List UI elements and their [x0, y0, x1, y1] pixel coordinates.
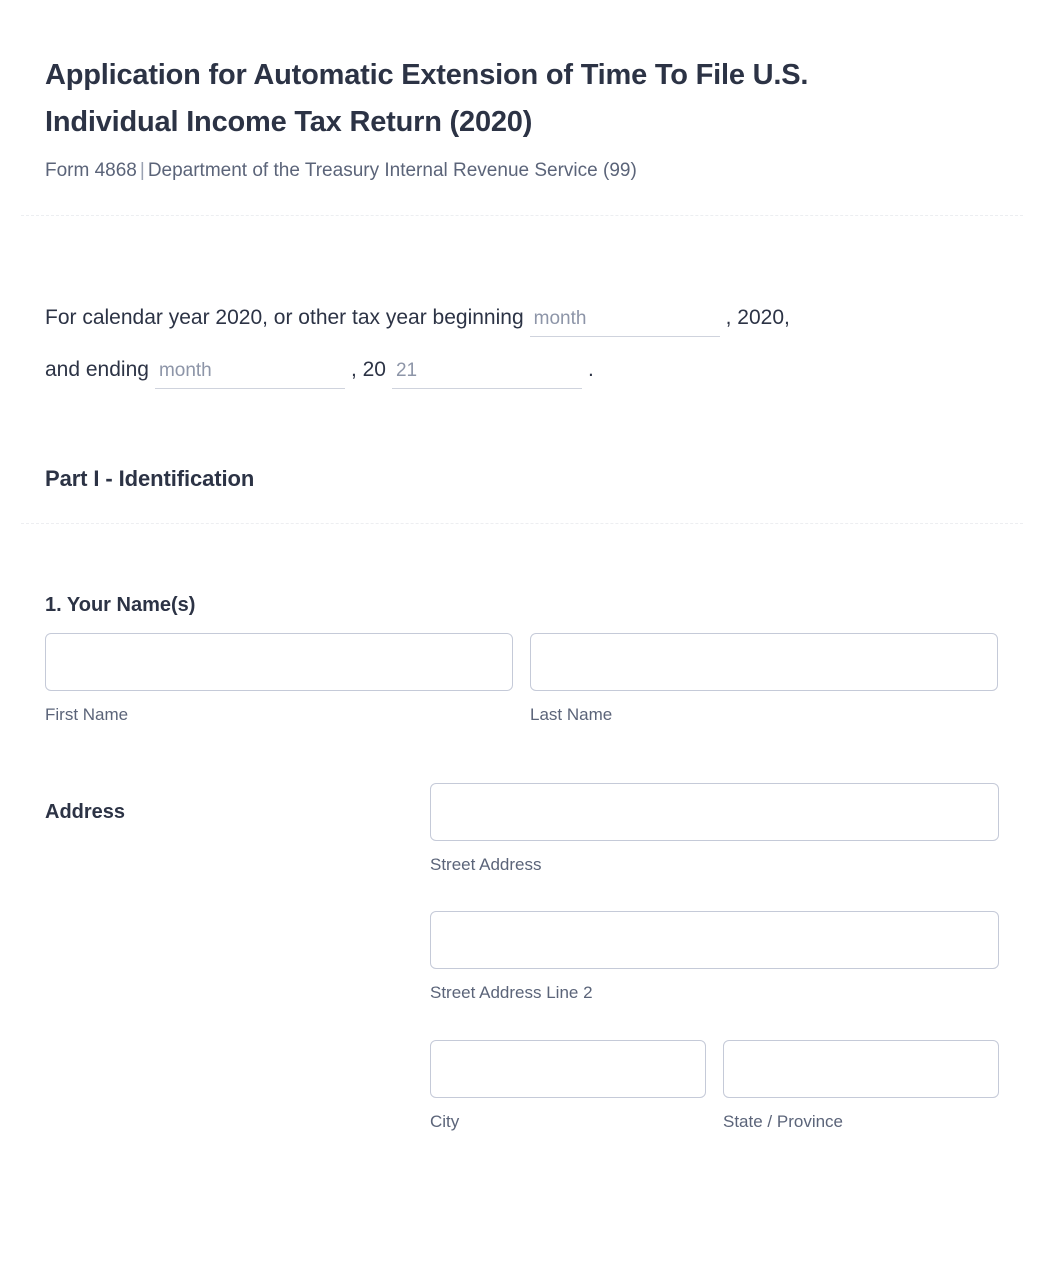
first-name-input[interactable]	[45, 632, 513, 691]
address-field-label: Address	[45, 801, 126, 824]
tax-year-section: For calendar year 2020, or other tax yea…	[0, 216, 1044, 396]
part1-section: Part I - Identification	[0, 396, 1044, 492]
agency-name: Department of the Treasury Internal Reve…	[147, 159, 637, 181]
street-address-2-group: Street Address Line 2	[430, 911, 999, 1003]
part1-heading: Part I - Identification	[45, 465, 255, 491]
tax-year-line1-suffix: , 2020,	[725, 305, 790, 329]
tax-year-line2-mid: , 20	[350, 357, 386, 381]
state-group: State / Province	[723, 1039, 999, 1132]
begin-month-input[interactable]	[529, 306, 720, 337]
street-address-input[interactable]	[430, 783, 999, 842]
first-name-sublabel: First Name	[45, 704, 129, 724]
street-address-2-input[interactable]	[430, 911, 999, 970]
form-subtitle: Form 4868 | Department of the Treasury Int…	[45, 159, 999, 184]
form-page: Application for Automatic Extension of T…	[0, 0, 1044, 1285]
tax-year-line-1: For calendar year 2020, or other tax yea…	[45, 292, 999, 344]
end-year-input[interactable]	[391, 358, 582, 389]
form-header: Application for Automatic Extension of T…	[0, 0, 1044, 184]
tax-year-line2-prefix: and ending	[45, 357, 149, 381]
last-name-group: Last Name	[530, 632, 998, 725]
tax-year-line-2: and ending , 20.	[45, 344, 999, 396]
address-fields-col: Street Address Street Address Line 2 Cit…	[430, 783, 999, 1132]
city-input[interactable]	[430, 1039, 706, 1098]
state-province-sublabel: State / Province	[723, 1111, 844, 1131]
name-field-row: First Name Last Name	[45, 632, 999, 725]
tax-year-line2-suffix: .	[587, 357, 594, 381]
last-name-sublabel: Last Name	[530, 704, 613, 724]
state-province-input[interactable]	[723, 1039, 999, 1098]
street-address-2-sublabel: Street Address Line 2	[430, 983, 593, 1003]
last-name-input[interactable]	[530, 632, 998, 691]
address-field-block: Address Street Address Street Address Li…	[0, 725, 1044, 1132]
subtitle-separator: |	[139, 159, 145, 181]
city-group: City	[430, 1039, 706, 1132]
city-sublabel: City	[430, 1111, 460, 1131]
end-month-input[interactable]	[154, 358, 345, 389]
name-field-label: 1. Your Name(s)	[45, 593, 196, 616]
form-number: Form 4868	[45, 159, 137, 181]
first-name-group: First Name	[45, 632, 513, 725]
address-label-col: Address	[45, 783, 430, 824]
street-address-sublabel: Street Address	[430, 855, 542, 875]
name-field-block: 1. Your Name(s) First Name Last Name	[0, 524, 1044, 725]
city-state-row: City State / Province	[430, 1039, 999, 1132]
tax-year-line1-prefix: For calendar year 2020, or other tax yea…	[45, 305, 524, 329]
street-address-group: Street Address	[430, 783, 999, 875]
page-title: Application for Automatic Extension of T…	[45, 59, 809, 138]
